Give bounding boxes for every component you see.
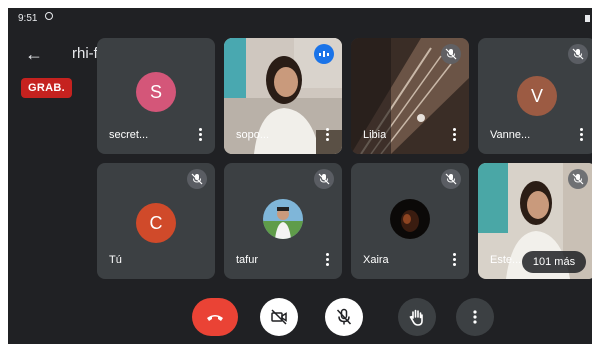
participant-name: Xaira (363, 254, 389, 266)
call-controls (8, 298, 592, 344)
participant-name: Tú (109, 254, 122, 266)
participant-tile-self[interactable]: C Tú (97, 163, 215, 279)
status-time: 9:51 (18, 13, 38, 24)
speaking-indicator-icon (314, 44, 334, 64)
more-vert-icon[interactable] (325, 253, 329, 267)
sync-icon (45, 12, 53, 20)
back-arrow-icon[interactable]: ← (22, 42, 46, 66)
participant-name: sopo... (236, 129, 270, 141)
mic-off-icon (441, 169, 461, 189)
mic-off-icon (441, 44, 461, 64)
battery-icon (585, 15, 590, 22)
mic-off-icon (336, 308, 352, 325)
status-bar: 9:51 (8, 8, 592, 28)
avatar (263, 199, 303, 239)
participant-name: Vanne... (490, 129, 531, 141)
more-vert-icon[interactable] (579, 128, 583, 142)
avatar (390, 199, 430, 239)
participant-tile-xaira[interactable]: Xaira (351, 163, 469, 279)
meet-screen: 9:51 ← rhi-frnq-mfp GRAB. S secret... so… (8, 8, 592, 344)
end-call-button[interactable] (192, 298, 238, 336)
participant-name: tafur (236, 254, 259, 266)
participant-tile-secret[interactable]: S secret... (97, 38, 215, 154)
recording-badge: GRAB. (21, 78, 72, 98)
more-vert-icon[interactable] (198, 128, 202, 142)
participant-name: secret... (109, 129, 149, 141)
raise-hand-button[interactable] (398, 298, 436, 336)
participant-name: Este... (490, 254, 522, 266)
camera-toggle-button[interactable] (260, 298, 298, 336)
participant-tile-overflow[interactable]: Este... 101 más (478, 163, 592, 279)
participant-tile-vanne[interactable]: V Vanne... (478, 38, 592, 154)
hand-icon (409, 309, 423, 326)
avatar: S (136, 72, 176, 112)
avatar: V (517, 76, 557, 116)
more-options-button[interactable] (456, 298, 494, 336)
more-vert-icon[interactable] (452, 128, 456, 142)
mic-toggle-button[interactable] (325, 298, 363, 336)
avatar: C (136, 203, 176, 243)
more-vert-icon (473, 310, 477, 324)
more-vert-icon[interactable] (325, 128, 329, 142)
participant-name: Libia (363, 129, 387, 141)
participant-tile-sopo[interactable]: sopo... (224, 38, 342, 154)
mic-off-icon (568, 44, 588, 64)
mic-off-icon (187, 169, 207, 189)
participant-tile-libia[interactable]: Libia (351, 38, 469, 154)
mic-off-icon (314, 169, 334, 189)
camera-off-icon (271, 309, 287, 325)
participant-tile-tafur[interactable]: tafur (224, 163, 342, 279)
more-participants-button[interactable]: 101 más (522, 251, 586, 273)
mic-off-icon (568, 169, 588, 189)
call-end-icon (207, 315, 223, 321)
more-vert-icon[interactable] (452, 253, 456, 267)
